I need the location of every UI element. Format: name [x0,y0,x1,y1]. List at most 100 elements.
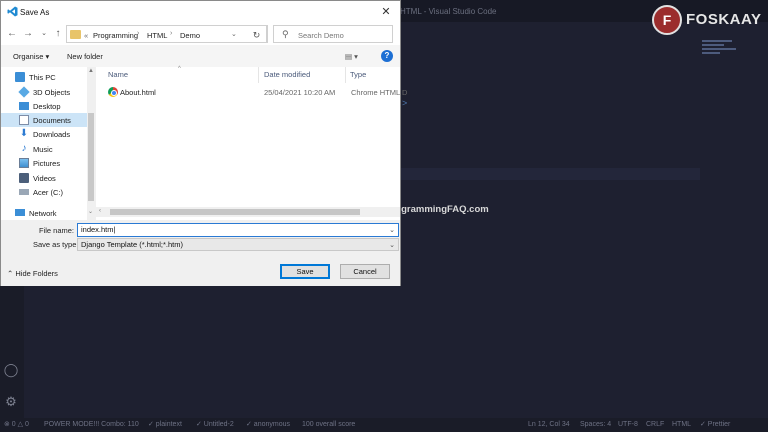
dialog-toolbar: Organise ▾ New folder ▤ ▾ ? [1,45,400,67]
gear-icon[interactable]: ⚙ [3,394,19,410]
nav-scroll-thumb[interactable] [88,113,94,201]
status-spaces[interactable]: Spaces: 4 [580,418,611,432]
status-encoding[interactable]: UTF-8 [618,418,638,432]
address-row: ← → ⌄ ↑ « Programming › HTML › Demo ⌄ ↻ … [1,23,400,45]
file-type: Chrome HTML D [351,88,408,97]
file-list: ^ Name Date modified Type About.html 25/… [96,66,407,220]
file-name-input[interactable]: index.htm| ⌄ [77,223,399,237]
nav-label: Pictures [33,159,61,168]
search-input[interactable]: ⚲ Search Demo [273,25,393,43]
scroll-left-icon[interactable]: ‹ [99,208,101,214]
nav-item-documents[interactable]: Documents [1,113,87,127]
save-type-value: Django Template (*.html;*.htm) [81,240,183,249]
logo-text: FOSKAAY [686,11,762,28]
breadcrumb-html[interactable]: HTML [147,31,167,40]
nav-label: 3D Objects [33,88,71,97]
status-untitled[interactable]: ✓ Untitled-2 [196,418,234,432]
breadcrumb-programming[interactable]: Programming [93,31,138,40]
column-header-date[interactable]: Date modified [264,70,310,79]
foskaay-logo: F FOSKAAY [652,5,768,35]
logo-badge: F [652,5,682,35]
chevron-down-icon[interactable]: ⌄ [37,27,51,41]
documents-icon [19,115,29,125]
help-icon[interactable]: ? [381,50,393,62]
sort-up-icon: ^ [178,66,181,72]
column-header-type[interactable]: Type [350,70,366,79]
view-options-icon[interactable]: ▤ ▾ [345,52,358,61]
refresh-button[interactable]: ↻ [247,25,267,43]
music-icon: ♪ [21,143,27,154]
nav-label: Documents [33,116,71,125]
up-icon[interactable]: ↑ [51,27,65,41]
status-plaintext[interactable]: ✓ plaintext [148,418,182,432]
nav-item-music[interactable]: ♪ Music [1,142,87,156]
breadcrumb-demo[interactable]: Demo [180,31,200,40]
status-bar: ⊗ 0 △ 0 POWER MODE!!! Combo: 110 ✓ plain… [0,418,768,432]
organise-button[interactable]: Organise ▾ [13,52,49,61]
column-divider[interactable] [345,67,346,83]
bracket-glyph: > [402,98,408,108]
back-icon[interactable]: ← [5,27,19,41]
chrome-icon [108,87,118,97]
status-errors[interactable]: ⊗ 0 △ 0 [4,418,29,432]
account-icon[interactable]: ◯ [3,362,19,378]
breadcrumb-separator-icon[interactable]: › [170,30,172,37]
close-icon[interactable]: ✕ [377,4,395,20]
network-icon [15,209,25,216]
column-divider[interactable] [258,67,259,83]
hide-folders-toggle[interactable]: ⌃ Hide Folders [7,269,58,278]
nav-item-videos[interactable]: Videos [1,171,87,185]
chevron-down-icon[interactable]: ⌄ [389,225,395,237]
nav-item-this-pc[interactable]: This PC [1,70,87,84]
status-anonymous[interactable]: ✓ anonymous [246,418,290,432]
scroll-up-icon[interactable]: ▲ [88,68,94,74]
address-prefix[interactable]: « [84,31,88,40]
nav-label: Desktop [33,102,61,111]
nav-scrollbar[interactable]: ▲ ⌄ [87,67,95,220]
nav-item-network[interactable]: Network [1,206,87,220]
address-bar[interactable]: « Programming › HTML › Demo ⌄ [66,25,268,43]
forward-icon[interactable]: → [21,27,35,41]
file-row[interactable]: About.html 25/04/2021 10:20 AM Chrome HT… [102,85,407,99]
pc-icon [15,72,25,82]
breadcrumb-separator-icon[interactable]: › [137,30,139,37]
chevron-down-icon[interactable]: ⌄ [231,30,237,38]
status-language[interactable]: HTML [672,418,691,432]
status-prettier[interactable]: ✓ Prettier [700,418,730,432]
cancel-button[interactable]: Cancel [340,264,390,279]
status-score: 100 overall score [302,421,356,428]
nav-item-desktop[interactable]: Desktop [1,99,87,113]
horizontal-scrollbar[interactable]: ‹ [96,207,400,217]
nav-label: Network [29,209,57,218]
save-form: File name: index.htm| ⌄ Save as type: Dj… [1,220,400,286]
dialog-title: Save As [20,8,50,17]
folder-icon [70,30,81,39]
new-folder-button[interactable]: New folder [67,52,103,61]
drive-icon [19,189,29,195]
nav-item-3d-objects[interactable]: 3D Objects [1,85,87,99]
status-power-mode: POWER MODE!!! Combo: 110 [44,421,139,428]
minimap [702,40,742,64]
save-as-dialog: Save As ✕ ← → ⌄ ↑ « Programming › HTML ›… [0,0,407,286]
search-placeholder: Search Demo [298,31,344,40]
search-icon: ⚲ [282,29,289,39]
current-line-highlight [400,168,700,180]
nav-label: Downloads [33,130,71,139]
nav-item-acer-c[interactable]: Acer (C:) [1,185,87,199]
scroll-down-icon[interactable]: ⌄ [88,208,93,215]
nav-item-downloads[interactable]: ⬇ Downloads [1,127,87,141]
nav-label: Music [33,145,53,154]
horizontal-scroll-thumb[interactable] [110,209,360,215]
save-type-select[interactable]: Django Template (*.html;*.htm) ⌄ [77,238,399,251]
status-position[interactable]: Ln 12, Col 34 [528,418,570,432]
nav-label: This PC [29,73,56,82]
vscode-icon [7,6,18,17]
column-header-name[interactable]: Name [108,70,128,79]
pictures-icon [19,158,29,168]
nav-item-pictures[interactable]: Pictures [1,156,87,170]
nav-label: Acer (C:) [33,188,63,197]
status-eol[interactable]: CRLF [646,418,664,432]
save-button[interactable]: Save [280,264,330,279]
save-type-label: Save as type: [33,240,79,249]
dialog-titlebar[interactable]: Save As ✕ [1,1,400,23]
